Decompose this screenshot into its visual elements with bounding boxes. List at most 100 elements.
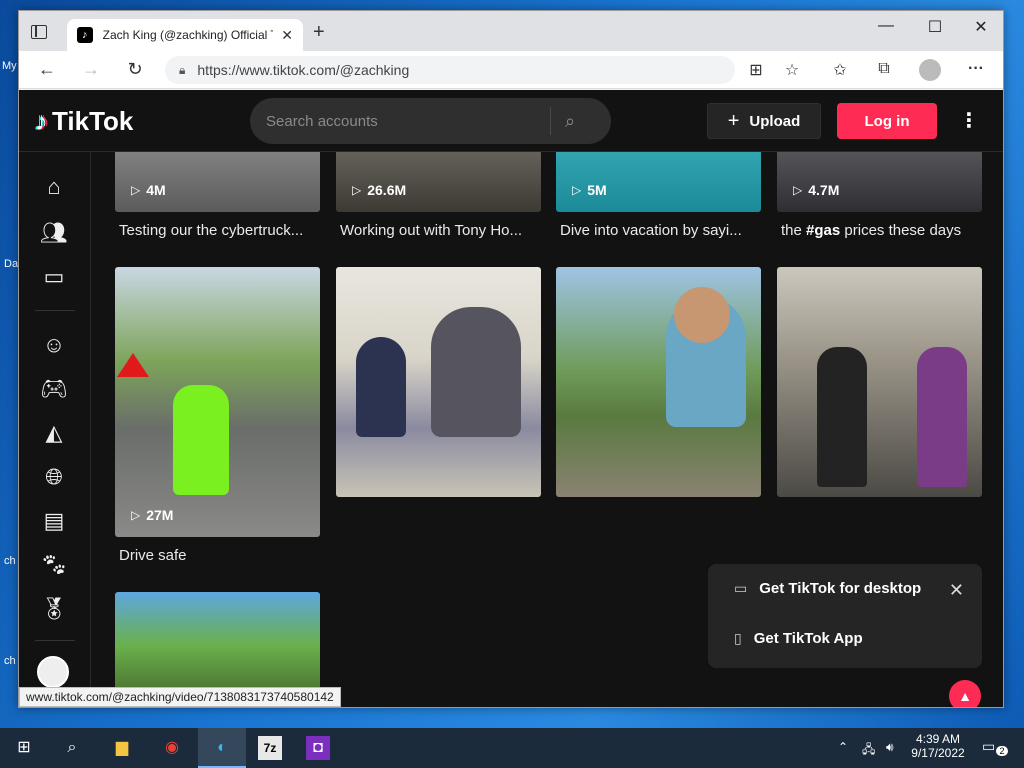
- taskbar: ⊞ ⌕ ▆ ◉ ◐ 7z ◘ ⌃ 🖧︎ 🔊︎ 4:39 AM 9/17/2022…: [0, 728, 1024, 768]
- get-app-popup: ▭ Get TikTok for desktop ✕ ▯ Get TikTok …: [708, 564, 982, 668]
- phone-icon: ▯: [734, 630, 742, 646]
- close-popup-icon[interactable]: ✕: [949, 580, 964, 601]
- more-options-icon[interactable]: ⋮: [959, 108, 979, 133]
- back-icon[interactable]: ←: [35, 59, 59, 80]
- search-divider: [550, 107, 551, 135]
- get-desktop-link[interactable]: ▭ Get TikTok for desktop: [734, 580, 921, 597]
- play-icon: ▷: [572, 183, 582, 197]
- view-count: ▷ 26.6M: [352, 182, 407, 198]
- desktop-label[interactable]: ch: [4, 555, 16, 567]
- app-available-icon[interactable]: ⊞: [745, 60, 767, 80]
- search-input[interactable]: [250, 112, 550, 130]
- live-icon[interactable]: ▭: [39, 262, 69, 292]
- video-caption[interactable]: Drive safe: [119, 547, 324, 564]
- video-thumbnail[interactable]: [556, 267, 761, 497]
- flag-shape: [117, 353, 149, 377]
- browser-tab[interactable]: ♪ Zach King (@zachking) Official T ✕: [67, 19, 303, 51]
- sidebar-divider: [35, 640, 75, 641]
- close-window-icon[interactable]: ✕: [966, 17, 996, 37]
- profile-icon[interactable]: [919, 59, 941, 81]
- face-shape: [674, 287, 730, 343]
- view-count: ▷ 27M: [131, 507, 174, 523]
- app-icon[interactable]: ◘: [306, 736, 330, 760]
- logo-text: TikTok: [52, 106, 134, 136]
- comedy-icon[interactable]: ☺: [39, 330, 69, 360]
- view-count: ▷ 5M: [572, 182, 607, 198]
- home-icon[interactable]: ⌂: [39, 172, 69, 202]
- url-text: https://www.tiktok.com/@zachking: [197, 62, 410, 78]
- beauty-icon[interactable]: ▤: [39, 506, 69, 536]
- video-caption[interactable]: Testing our the cybertruck...: [119, 222, 324, 239]
- upload-button[interactable]: + Upload: [707, 103, 821, 139]
- clock[interactable]: 4:39 AM 9/17/2022: [906, 732, 970, 760]
- tab-title: Zach King (@zachking) Official T: [102, 28, 274, 42]
- plus-icon: +: [727, 109, 740, 132]
- forward-icon[interactable]: →: [79, 59, 103, 80]
- person-shape: [431, 307, 521, 437]
- person-shape: [917, 347, 967, 487]
- video-thumbnail[interactable]: [115, 267, 320, 537]
- figure-shape: [173, 385, 229, 495]
- search-icon[interactable]: ⌕: [60, 736, 84, 760]
- get-app-link[interactable]: ▯ Get TikTok App: [734, 630, 863, 647]
- add-favorite-icon[interactable]: ☆: [781, 60, 803, 80]
- maximize-icon[interactable]: ☐: [920, 17, 950, 37]
- chevron-up-icon[interactable]: ⌃: [838, 740, 848, 754]
- search-icon[interactable]: ⌕: [565, 111, 575, 132]
- minimize-icon[interactable]: —: [871, 17, 901, 35]
- time-text: 4:39 AM: [915, 732, 961, 746]
- avatar[interactable]: [37, 656, 69, 688]
- notification-icon[interactable]: ▭: [982, 738, 995, 755]
- lock-icon[interactable]: 🔒︎: [179, 63, 185, 78]
- view-count: ▷ 4M: [131, 182, 166, 198]
- animals-icon[interactable]: 🐾︎: [39, 550, 69, 580]
- volume-icon[interactable]: 🔊︎: [886, 740, 894, 755]
- edge-icon[interactable]: ◐: [210, 736, 234, 760]
- chrome-icon[interactable]: ◉: [160, 736, 184, 760]
- dance-icon[interactable]: 🌐︎: [39, 462, 69, 492]
- food-icon[interactable]: ◭: [39, 418, 69, 448]
- play-icon: ▷: [131, 508, 141, 522]
- video-caption[interactable]: Dive into vacation by sayi...: [560, 222, 765, 239]
- sports-icon[interactable]: 🏅︎: [39, 594, 69, 624]
- tiktok-header: ♪ TikTok ⌕ + Upload Log in ⋮: [19, 90, 1003, 152]
- 7zip-icon[interactable]: 7z: [258, 736, 282, 760]
- sidebar: ⌂ 👥︎ ▭ ☺ 🎮︎ ◭ 🌐︎ ▤ 🐾︎ 🏅︎: [19, 152, 91, 707]
- monitor-icon: ▭: [734, 580, 748, 596]
- settings-more-icon[interactable]: ···: [965, 60, 987, 78]
- child-shape: [356, 337, 406, 437]
- favorites-icon[interactable]: ✩: [829, 60, 851, 80]
- tiktok-note-icon: ♪: [35, 106, 48, 136]
- tiktok-favicon-icon: ♪: [77, 27, 93, 43]
- close-tab-icon[interactable]: ✕: [281, 27, 293, 44]
- hashtag[interactable]: #gas: [806, 222, 840, 239]
- view-count: ▷ 4.7M: [793, 182, 840, 198]
- new-tab-icon[interactable]: +: [313, 21, 325, 44]
- video-caption[interactable]: Working out with Tony Ho...: [340, 222, 545, 239]
- url-field[interactable]: 🔒︎ https://www.tiktok.com/@zachking: [165, 56, 735, 84]
- video-caption[interactable]: the #gas prices these days: [781, 222, 986, 239]
- network-icon[interactable]: 🖧︎: [862, 740, 875, 761]
- collections-icon[interactable]: ⧉: [873, 60, 895, 78]
- date-text: 9/17/2022: [911, 746, 965, 760]
- desktop-label[interactable]: My: [2, 60, 17, 72]
- scroll-to-top-button[interactable]: ▲: [949, 680, 981, 707]
- gaming-icon[interactable]: 🎮︎: [39, 374, 69, 404]
- tab-actions-icon[interactable]: [31, 25, 47, 39]
- file-explorer-icon[interactable]: ▆: [110, 736, 134, 760]
- upload-label: Upload: [749, 112, 801, 130]
- windows-start-icon[interactable]: ⊞: [12, 736, 36, 760]
- login-button[interactable]: Log in: [837, 103, 937, 139]
- browser-window: ♪ Zach King (@zachking) Official T ✕ + —…: [18, 10, 1004, 708]
- tiktok-logo[interactable]: ♪ TikTok: [35, 106, 133, 137]
- desktop-label[interactable]: ch: [4, 655, 16, 667]
- video-grid: ▷ 4M Testing our the cybertruck... ▷ 26.6M…: [91, 152, 1003, 707]
- refresh-icon[interactable]: ↻: [123, 59, 147, 80]
- following-icon[interactable]: 👥︎: [39, 218, 69, 248]
- video-thumbnail[interactable]: [777, 267, 982, 497]
- person-shape: [817, 347, 867, 487]
- video-thumbnail[interactable]: [336, 267, 541, 497]
- notification-count-badge: 2: [996, 746, 1008, 756]
- desktop-label[interactable]: Da: [4, 258, 18, 270]
- search-box: ⌕: [250, 98, 611, 144]
